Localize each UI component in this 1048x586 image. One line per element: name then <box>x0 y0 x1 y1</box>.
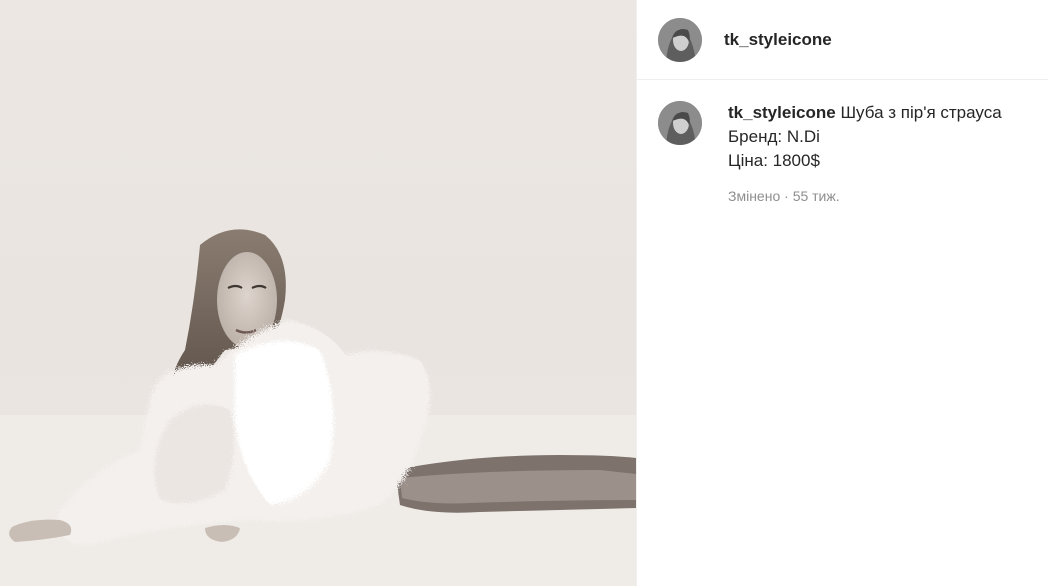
meta-separator: · <box>784 188 789 204</box>
post-author-username[interactable]: tk_styleicone <box>724 30 832 50</box>
profile-avatar-icon <box>658 17 702 62</box>
caption-avatar[interactable] <box>658 101 702 145</box>
caption-meta: Змінено · 55 тиж. <box>728 184 1002 208</box>
caption-body: tk_styleicone Шуба з пір'я страуса Бренд… <box>728 101 1002 208</box>
post-caption: tk_styleicone Шуба з пір'я страуса Бренд… <box>637 80 1048 208</box>
post-age[interactable]: 55 тиж. <box>793 188 840 204</box>
post-header: tk_styleicone <box>637 0 1048 80</box>
photo-illustration <box>0 229 636 586</box>
post-photo[interactable] <box>0 0 636 586</box>
caption-text: Шуба з пір'я страуса <box>840 103 1002 122</box>
header-avatar[interactable] <box>658 17 702 62</box>
instagram-post: tk_styleicone tk_styleicone Шуба з пір'я… <box>0 0 1048 586</box>
caption-line-price: Ціна: 1800$ <box>728 151 820 170</box>
profile-avatar-icon <box>658 101 702 145</box>
caption-username[interactable]: tk_styleicone <box>728 103 836 122</box>
edited-label: Змінено <box>728 188 781 204</box>
caption-line-1: tk_styleicone Шуба з пір'я страуса <box>728 101 1002 125</box>
caption-line-brand: Бренд: N.Di <box>728 127 820 146</box>
post-sidebar: tk_styleicone tk_styleicone Шуба з пір'я… <box>636 0 1048 586</box>
